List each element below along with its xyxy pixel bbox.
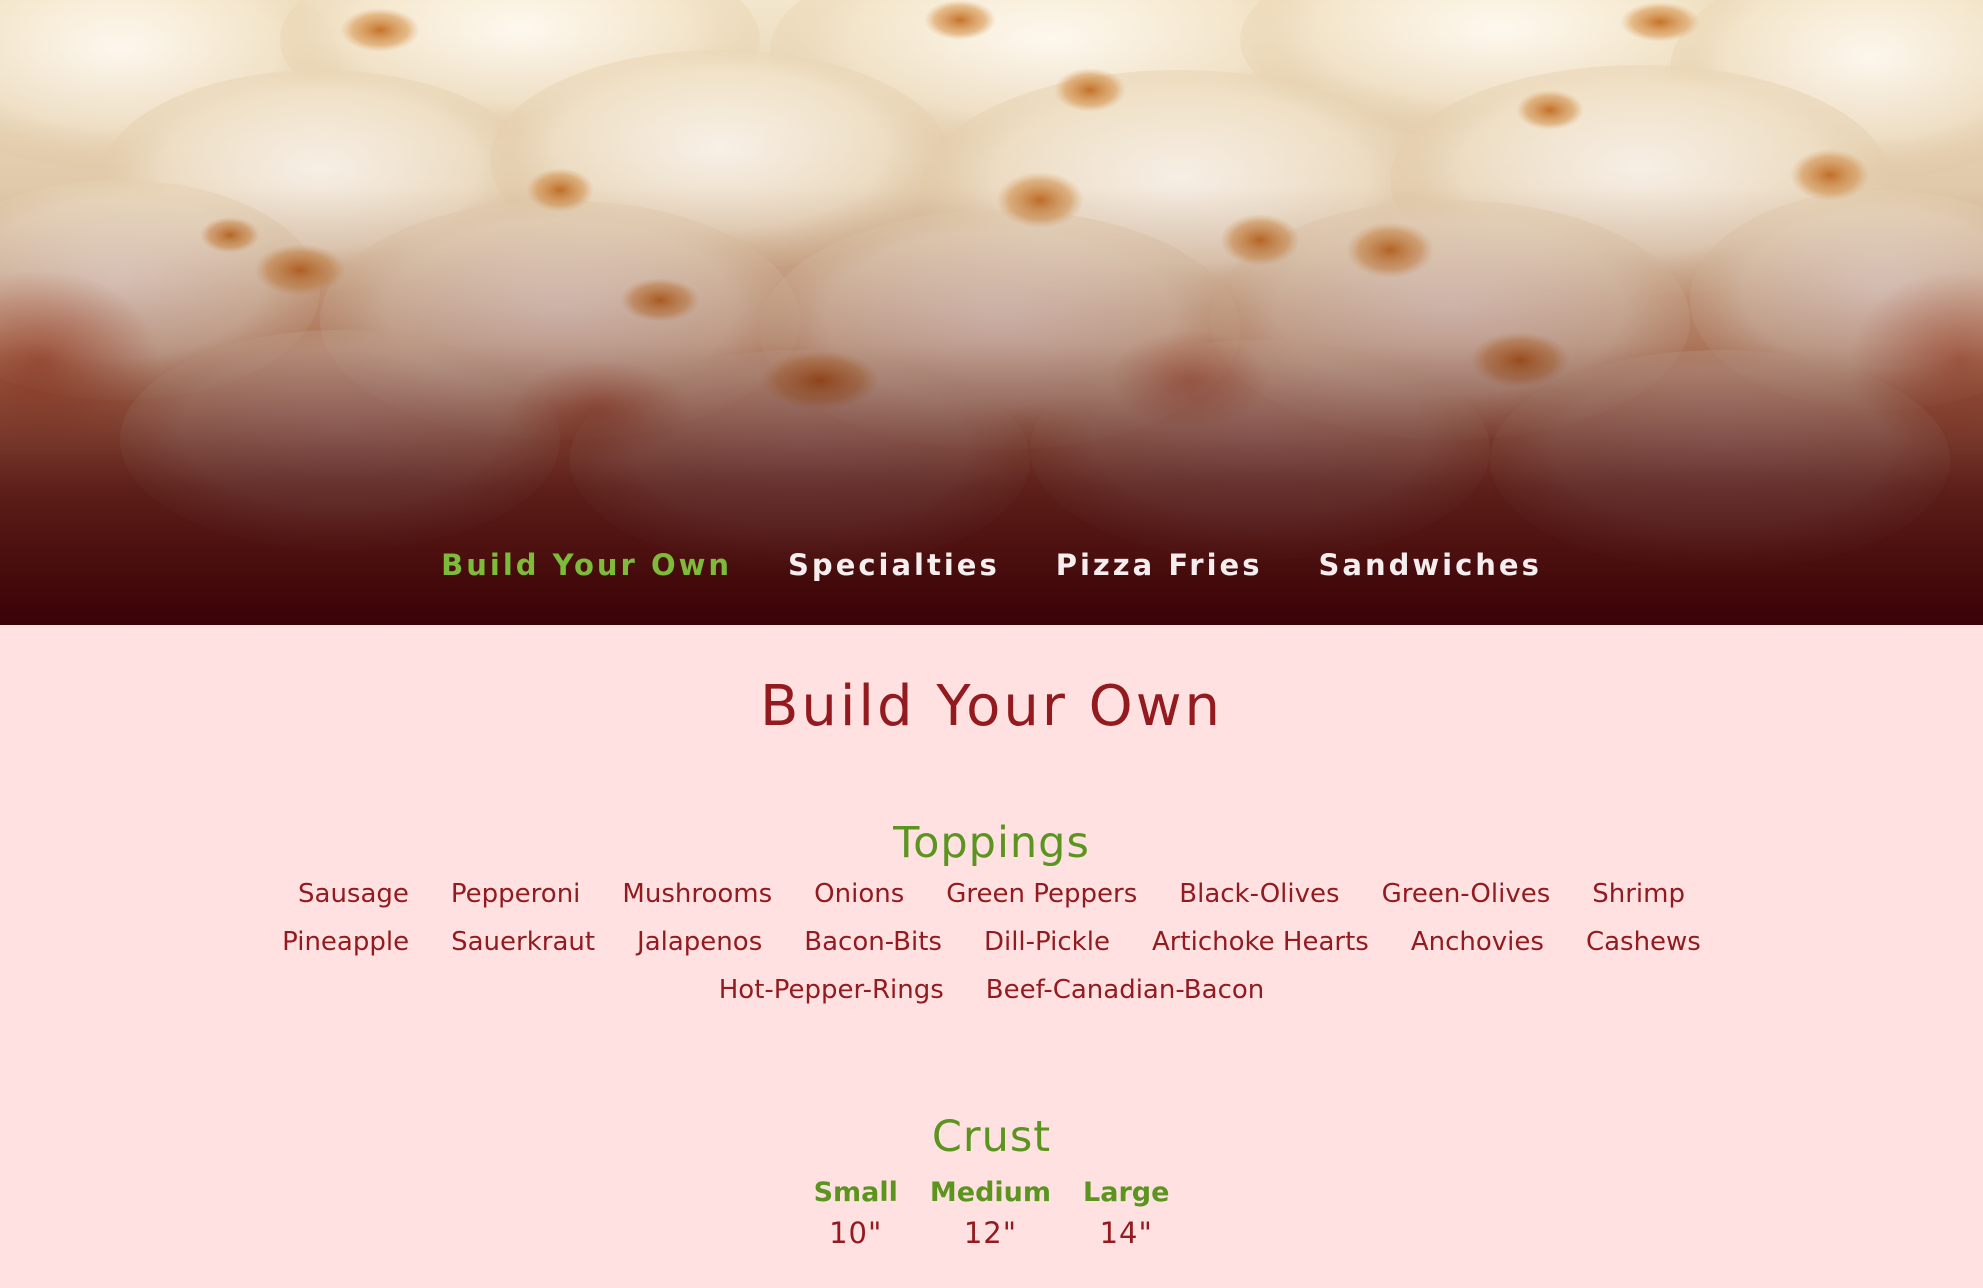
crust-size-inches: 12" [963, 1216, 1018, 1251]
crust-size-large: Large 14" [1083, 1175, 1169, 1255]
topping-item: Sausage [298, 878, 409, 909]
toppings-heading: Toppings [893, 818, 1090, 869]
crust-section: Crust Small 10" Medium 12" Large 14" [0, 1112, 1983, 1256]
topping-item: Bacon-Bits [804, 926, 942, 957]
topping-item: Hot-Pepper-Rings [718, 974, 944, 1005]
topping-item: Black-Olives [1179, 878, 1340, 909]
topping-item: Pineapple [282, 926, 410, 957]
crust-size-label: Medium [929, 1177, 1052, 1209]
topping-item: Cashews [1585, 926, 1701, 957]
menu-content: Build Your Own Toppings Sausage Pepperon… [0, 625, 1983, 1255]
topping-item: Dill-Pickle [983, 926, 1110, 957]
nav-build-your-own[interactable]: Build Your Own [441, 548, 732, 582]
crust-size-inches: 10" [829, 1216, 883, 1251]
crust-size-label: Large [1083, 1177, 1170, 1209]
topping-item: Onions [814, 878, 905, 909]
menu-category-nav: Build Your Own Specialties Pizza Fries S… [0, 548, 1983, 582]
crust-size-small: Small 10" [814, 1175, 898, 1255]
hero-fade-overlay [0, 0, 1983, 625]
topping-item: Jalapenos [637, 926, 763, 957]
crust-size-medium: Medium 12" [930, 1175, 1051, 1255]
topping-item: Mushrooms [622, 878, 773, 909]
toppings-list: Sausage Pepperoni Mushrooms Onions Green… [232, 876, 1752, 1008]
nav-specialties[interactable]: Specialties [788, 548, 1000, 582]
topping-item: Artichoke Hearts [1151, 926, 1369, 957]
topping-item: Sauerkraut [451, 926, 596, 957]
crust-size-inches: 14" [1099, 1216, 1153, 1251]
nav-pizza-fries[interactable]: Pizza Fries [1056, 548, 1263, 582]
topping-item: Beef-Canadian-Bacon [985, 974, 1265, 1005]
topping-item: Green Peppers [946, 878, 1138, 909]
topping-item: Anchovies [1410, 926, 1544, 957]
toppings-section: Toppings Sausage Pepperoni Mushrooms Oni… [0, 818, 1983, 1008]
page-title: Build Your Own [759, 674, 1224, 739]
nav-sandwiches[interactable]: Sandwiches [1318, 548, 1541, 582]
hero-banner: Build Your Own Specialties Pizza Fries S… [0, 0, 1983, 625]
topping-item: Green-Olives [1381, 878, 1551, 909]
topping-item: Pepperoni [450, 878, 581, 909]
topping-item: Shrimp [1592, 878, 1685, 909]
crust-size-table: Small 10" Medium 12" Large 14" [0, 1175, 1983, 1255]
crust-size-label: Small [813, 1177, 898, 1209]
crust-heading: Crust [931, 1111, 1052, 1162]
